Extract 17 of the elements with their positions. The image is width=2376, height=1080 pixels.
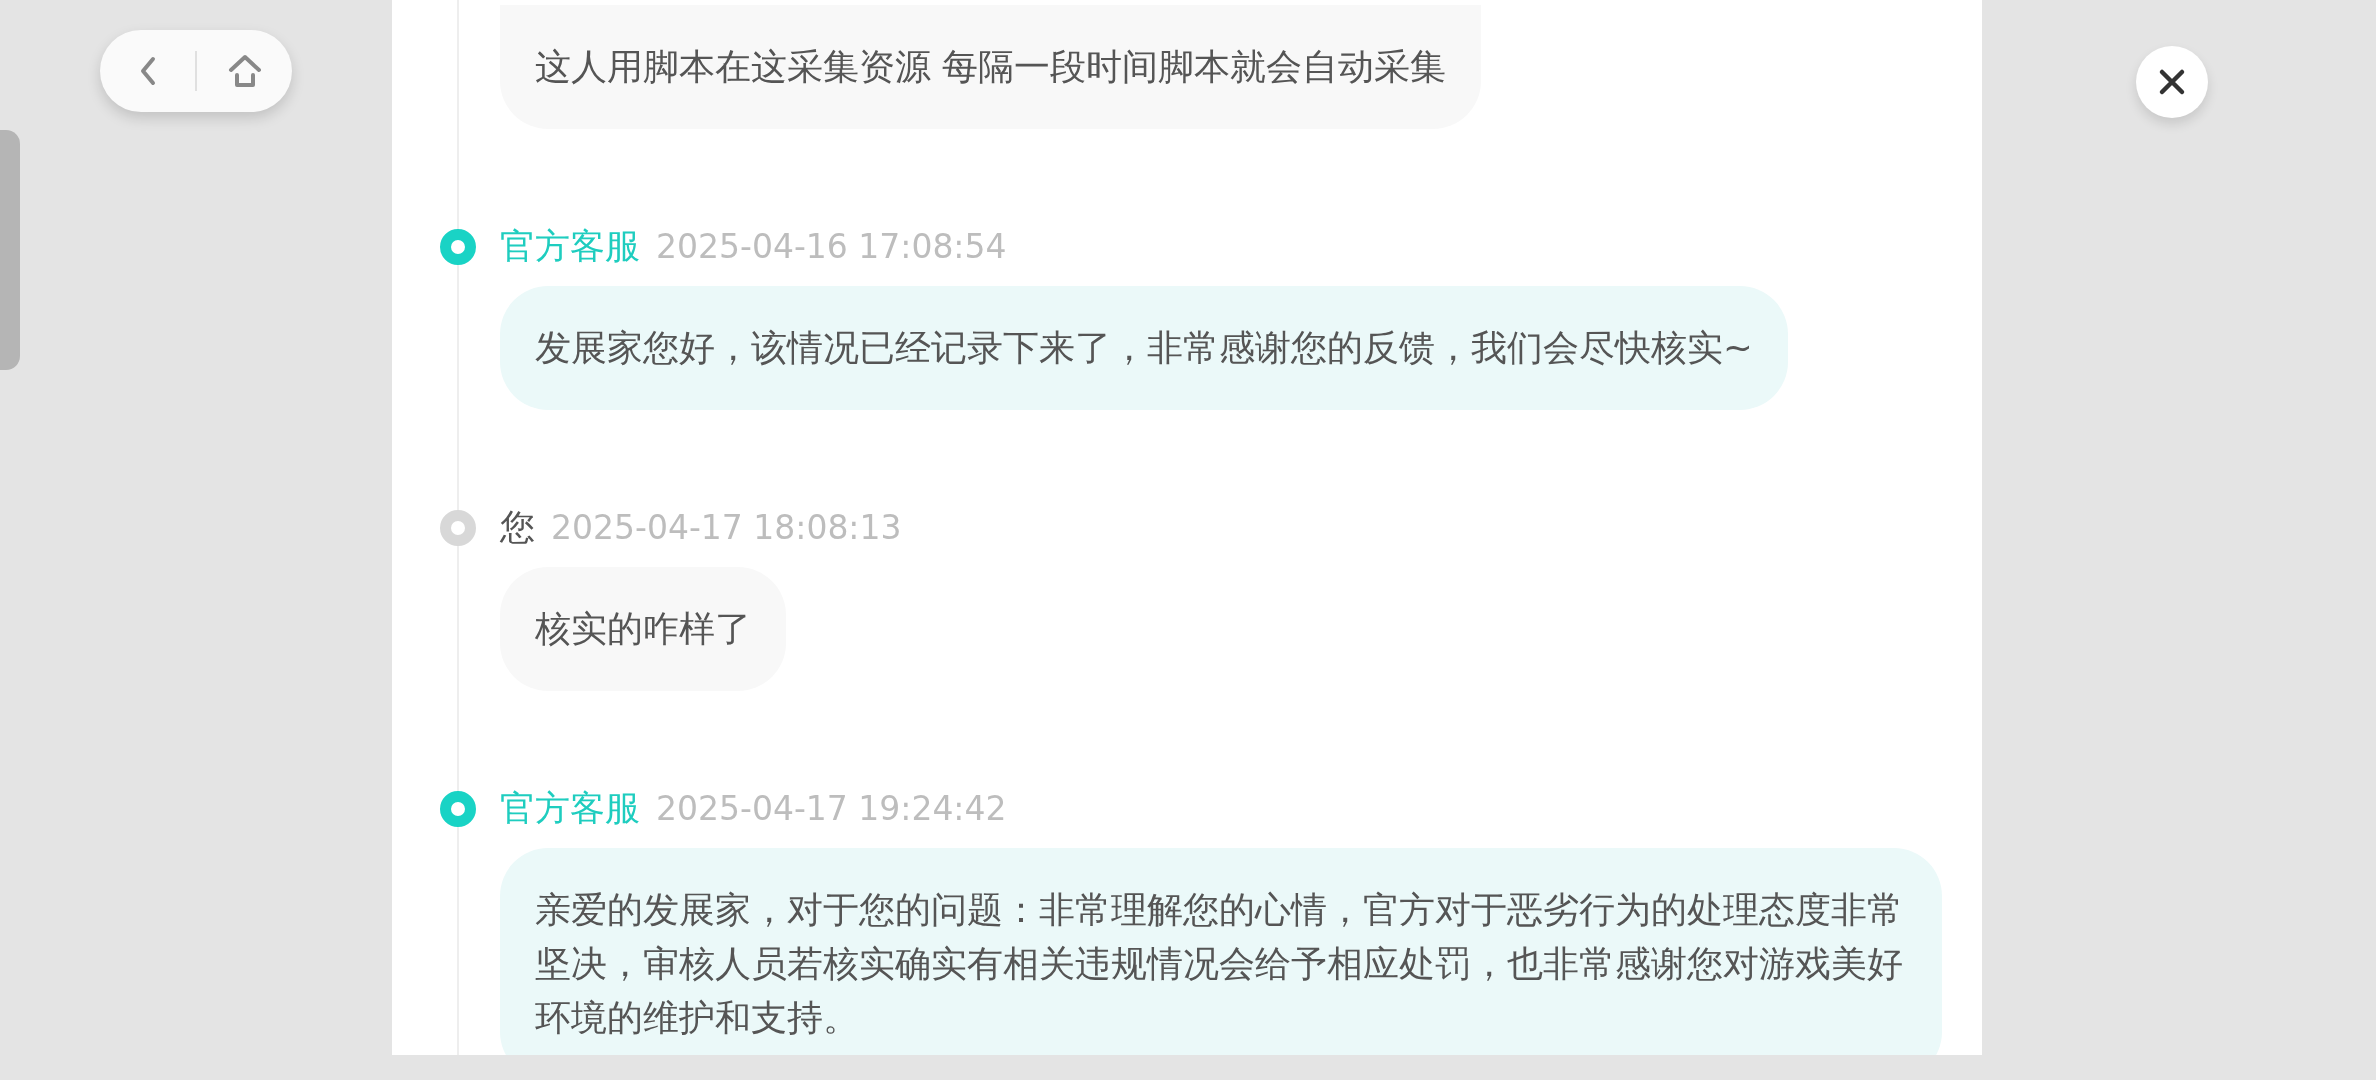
sender-name: 您 bbox=[500, 506, 535, 549]
message-time: 2025-04-17 19:24:42 bbox=[656, 789, 1007, 828]
sender-name: 官方客服 bbox=[500, 787, 640, 830]
message-time: 2025-04-16 17:08:54 bbox=[656, 227, 1007, 266]
close-icon bbox=[2158, 68, 2186, 96]
home-icon bbox=[226, 53, 263, 89]
message-bubble: 亲爱的发展家，对于您的问题：非常理解您的心情，官方对于恶劣行为的处理态度非常坚决，审核人员若核实确实有相关违规情况会给予相应处罚，也非常感谢您对游戏美好环境的维护和支持。 bbox=[500, 848, 1942, 1055]
message-bubble: 这人用脚本在这采集资源 每隔一段时间脚本就会自动采集 bbox=[500, 5, 1482, 129]
close-button[interactable] bbox=[2136, 46, 2208, 118]
message-time: 2025-04-17 18:08:13 bbox=[551, 508, 902, 547]
message-bubble: 核实的咋样了 bbox=[500, 567, 786, 691]
message-bubble: 发展家您好，该情况已经记录下来了，非常感谢您的反馈，我们会尽快核实~ bbox=[500, 286, 1788, 410]
timeline-dot bbox=[440, 228, 476, 265]
side-handle[interactable] bbox=[0, 130, 20, 370]
sender-name: 官方客服 bbox=[500, 225, 640, 268]
timeline-dot bbox=[440, 509, 476, 546]
timeline-dot bbox=[440, 790, 476, 827]
